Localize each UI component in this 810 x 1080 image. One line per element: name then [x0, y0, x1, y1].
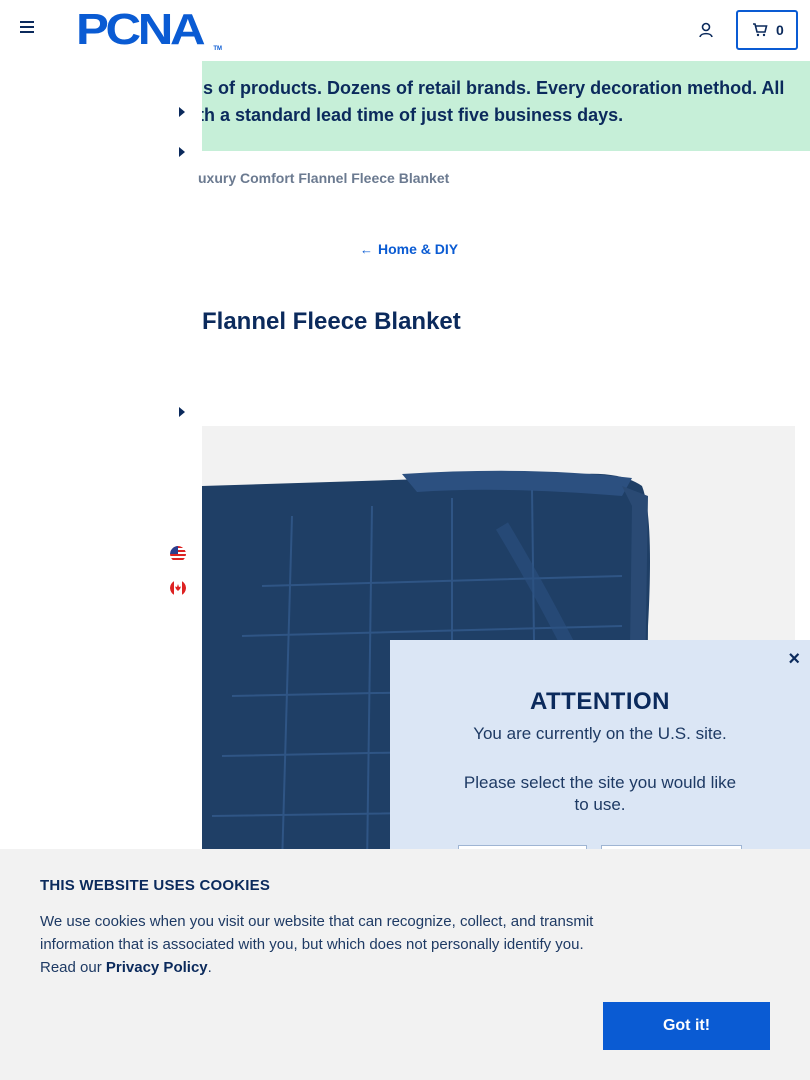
- pcna-logo[interactable]: PCNA TM: [76, 5, 224, 54]
- caret-right-icon[interactable]: [178, 107, 186, 117]
- product-title: Flannel Fleece Blanket: [202, 308, 461, 335]
- breadcrumb[interactable]: uxury Comfort Flannel Fleece Blanket: [198, 170, 449, 186]
- logo-text: PCNA: [76, 5, 206, 54]
- cookie-title: THIS WEBSITE USES COOKIES: [40, 877, 271, 894]
- cart-count: 0: [776, 22, 784, 38]
- caret-right-icon[interactable]: [178, 147, 186, 157]
- modal-current-site-text: You are currently on the U.S. site.: [473, 724, 727, 743]
- cookie-text: We use cookies when you visit our websit…: [40, 910, 600, 979]
- page: PCNA TM 0 ls of products. Dozens of reta…: [0, 0, 810, 1080]
- cart-icon: [753, 23, 768, 37]
- cart-button[interactable]: 0: [736, 10, 798, 50]
- modal-select-site-text: Please select the site you would like to…: [463, 773, 737, 814]
- user-icon[interactable]: [698, 21, 716, 39]
- cookie-period: .: [207, 959, 212, 976]
- us-flag-icon[interactable]: [170, 546, 186, 562]
- caret-right-icon[interactable]: [178, 407, 186, 417]
- back-to-category-link[interactable]: ← Home & DIY: [360, 241, 458, 257]
- banner-line-2: th a standard lead time of just five bus…: [202, 105, 624, 125]
- canada-flag-icon[interactable]: [170, 580, 186, 596]
- hamburger-menu-icon[interactable]: [20, 21, 36, 39]
- logo-tm: TM: [213, 46, 222, 52]
- arrow-left-icon: ←: [360, 242, 373, 257]
- privacy-policy-link[interactable]: Privacy Policy: [106, 959, 208, 976]
- site-header: PCNA TM 0: [0, 0, 810, 61]
- modal-title: ATTENTION: [529, 688, 671, 715]
- cookie-banner: THIS WEBSITE USES COOKIES We use cookies…: [0, 849, 810, 1080]
- back-link-label: Home & DIY: [378, 241, 459, 257]
- site-selector-modal: × ATTENTION You are currently on the U.S…: [390, 640, 810, 885]
- banner-text: ls of products. Dozens of retail brands.…: [202, 75, 810, 129]
- banner-line-1: ls of products. Dozens of retail brands.…: [202, 78, 785, 98]
- promo-banner: ls of products. Dozens of retail brands.…: [202, 61, 810, 151]
- close-icon[interactable]: ×: [788, 648, 800, 671]
- got-it-button[interactable]: Got it!: [603, 1002, 770, 1050]
